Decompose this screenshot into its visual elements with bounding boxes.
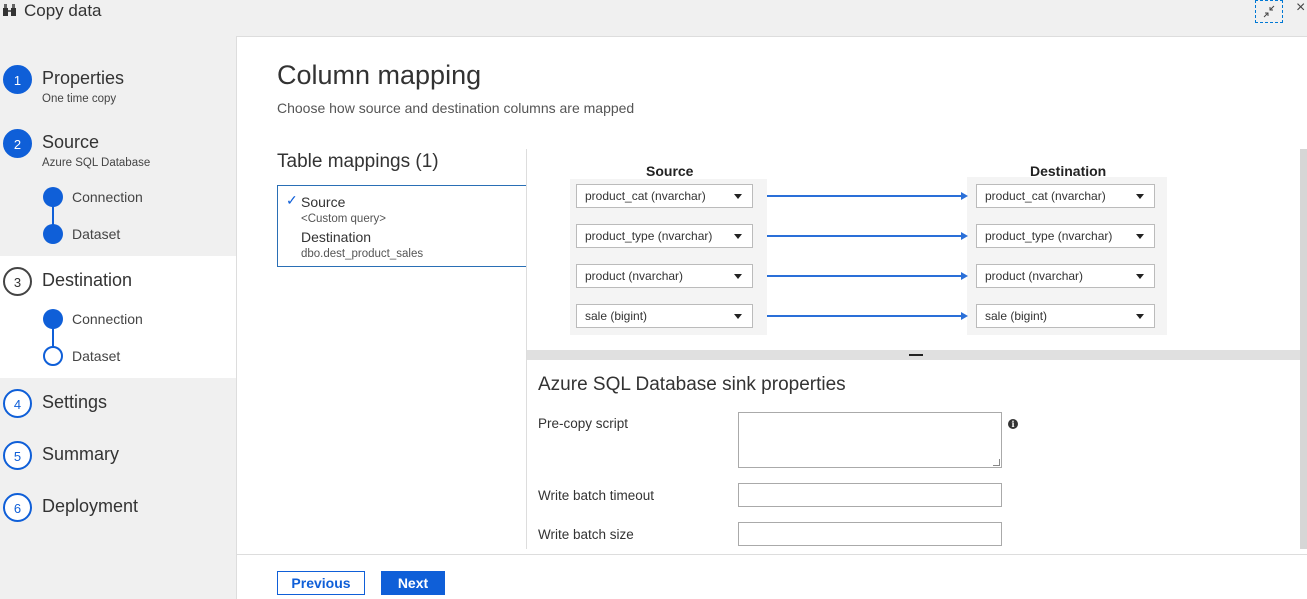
step-number-badge: 3 [3,267,32,296]
mapping-arrow [767,195,963,197]
close-button[interactable]: × [1296,0,1307,19]
sink-properties-title: Azure SQL Database sink properties [538,374,846,395]
select-value: product_type (nvarchar) [985,229,1113,243]
substep-complete-dot [43,309,63,329]
select-value: product (nvarchar) [585,269,684,283]
arrow-head-icon [961,192,968,200]
destination-column-select[interactable]: product (nvarchar) [976,264,1155,288]
write-batch-timeout-label: Write batch timeout [538,488,655,503]
footer-divider [237,554,1307,555]
destination-column-select[interactable]: product_cat (nvarchar) [976,184,1155,208]
checkmark-icon[interactable]: ✓ [286,192,298,209]
destination-column-select[interactable]: sale (bigint) [976,304,1155,328]
mapping-destination-label: Destination [301,229,372,245]
source-column-header: Source [646,163,694,179]
write-batch-size-field[interactable] [738,522,1002,546]
window-title: Copy data [24,1,102,20]
page-subtitle: Choose how source and destination column… [277,100,635,116]
column-mapping-area: Source Destination product_cat (nvarchar… [527,149,1300,349]
select-value: sale (bigint) [985,309,1048,323]
chevron-down-icon [734,314,742,319]
step-sublabel: Azure SQL Database [42,157,151,169]
step-number-badge: 5 [3,441,32,470]
step-label: Settings [42,392,108,412]
step-number-badge: 1 [3,65,32,94]
write-batch-timeout-field[interactable] [738,483,1002,507]
previous-button[interactable]: Previous [277,571,365,595]
select-value: sale (bigint) [585,309,648,323]
pre-copy-script-field[interactable] [738,412,1002,468]
step-sublabel: One time copy [42,93,117,105]
chevron-down-icon [1136,314,1144,319]
step-label: Source [42,132,100,152]
substep-current-dot [43,346,63,366]
substep-source-dataset[interactable]: Dataset [72,226,120,242]
source-column-select[interactable]: product_type (nvarchar) [576,224,753,248]
page-title: Column mapping [277,60,482,90]
resize-splitter[interactable] [527,350,1300,360]
table-mappings-title: Table mappings (1) [277,151,439,172]
main-panel: Column mapping Choose how source and des… [236,36,1307,599]
splitter-grip-icon[interactable] [909,354,923,356]
restore-button[interactable] [1255,0,1283,23]
chevron-down-icon [1136,194,1144,199]
source-column-select[interactable]: sale (bigint) [576,304,753,328]
step-number-badge: 6 [3,493,32,522]
select-value: product_cat (nvarchar) [985,189,1106,203]
title-bar: Copy data × [0,0,1307,34]
next-button[interactable]: Next [381,571,445,595]
mapping-arrow [767,235,963,237]
substep-complete-dot [43,224,63,244]
substep-destination-connection[interactable]: Connection [72,311,143,327]
source-column-select[interactable]: product (nvarchar) [576,264,753,288]
step-label: Destination [42,270,133,290]
source-column-select[interactable]: product_cat (nvarchar) [576,184,753,208]
arrow-head-icon [961,312,968,320]
chevron-down-icon [1136,274,1144,279]
mapping-arrow [767,275,963,277]
select-value: product_cat (nvarchar) [585,189,706,203]
mapping-arrow [767,315,963,317]
substep-complete-dot [43,187,63,207]
pre-copy-script-label: Pre-copy script [538,416,629,431]
step-label: Properties [42,68,125,88]
select-value: product_type (nvarchar) [585,229,713,243]
step-label: Deployment [42,496,139,516]
vertical-scrollbar[interactable] [1300,149,1307,549]
mapping-source-label: Source [301,194,346,210]
step-number-badge: 2 [3,129,32,158]
chevron-down-icon [734,234,742,239]
collapse-arrows-icon [1263,5,1275,18]
info-icon[interactable]: i [1008,419,1018,429]
write-batch-size-label: Write batch size [538,527,634,542]
substep-source-connection[interactable]: Connection [72,189,143,205]
mapping-source-value: <Custom query> [301,213,387,225]
arrow-head-icon [961,232,968,240]
wizard-steps: 1 Properties One time copy 2 Source Azur… [0,34,236,599]
table-mapping-item[interactable]: ✓ Source <Custom query> Destination dbo.… [277,185,527,267]
step-label: Summary [42,444,120,464]
destination-column-select[interactable]: product_type (nvarchar) [976,224,1155,248]
chevron-down-icon [734,274,742,279]
arrow-head-icon [961,272,968,280]
close-icon: × [1296,0,1306,16]
substep-destination-dataset[interactable]: Dataset [72,348,120,364]
chevron-down-icon [1136,234,1144,239]
mapping-destination-value: dbo.dest_product_sales [301,248,424,260]
resize-grip-icon[interactable] [993,459,1000,466]
chevron-down-icon [734,194,742,199]
step-number-badge: 4 [3,389,32,418]
select-value: product (nvarchar) [985,269,1084,283]
copy-data-icon [3,4,16,16]
